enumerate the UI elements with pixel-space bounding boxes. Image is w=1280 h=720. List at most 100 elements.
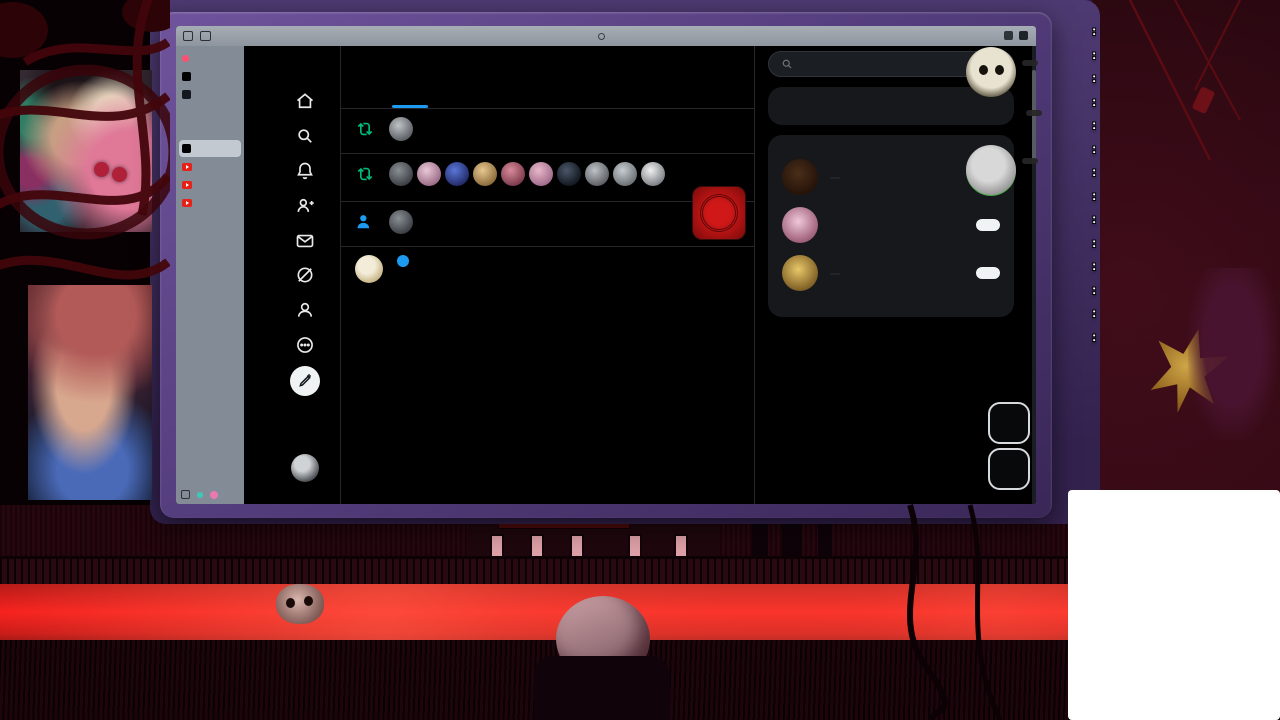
more-options-icon[interactable] (294, 334, 316, 356)
messages-icon[interactable] (294, 230, 316, 252)
notifications-bell-icon[interactable] (294, 160, 316, 182)
notification-repost[interactable] (341, 109, 754, 154)
follow-back-button[interactable] (976, 267, 1000, 279)
retweet-icon (355, 117, 379, 147)
notification-repost-multi[interactable] (341, 154, 754, 240)
chat-message (1092, 20, 1280, 43)
grok-floating-button[interactable] (988, 402, 1030, 444)
browser-menu-icon[interactable] (1019, 31, 1028, 40)
donation-card (1068, 490, 1280, 720)
browser-toolbar (176, 26, 1036, 46)
chat-message (1092, 114, 1280, 137)
heart-sunglasses-icon (112, 167, 127, 182)
avatar[interactable] (613, 162, 637, 186)
chatter-avatar-david (966, 145, 1016, 195)
screen (176, 26, 1036, 504)
account-avatar[interactable] (210, 490, 218, 499)
app-menu-icon[interactable] (183, 31, 193, 41)
youtube-favicon (182, 180, 192, 189)
heart-sunglasses-icon (94, 162, 109, 177)
stream-scene (0, 0, 1280, 720)
webcam-photo-heart-hands (28, 285, 152, 500)
monitor (160, 12, 1052, 518)
notifications-column (340, 46, 755, 504)
tab-tudo[interactable] (341, 82, 479, 108)
communities-icon[interactable] (294, 195, 316, 217)
live-dot-icon (182, 55, 189, 62)
avatar[interactable] (355, 255, 383, 283)
youtube-favicon (182, 198, 192, 207)
account-avatar[interactable] (291, 454, 319, 482)
avatar[interactable] (557, 162, 581, 186)
avatar[interactable] (445, 162, 469, 186)
notification-follow[interactable] (341, 202, 754, 247)
new-tab-button[interactable] (179, 104, 241, 121)
tab-group-icon[interactable] (181, 490, 190, 499)
extension-icon[interactable] (1004, 31, 1013, 40)
tab-prioridade[interactable] (479, 82, 617, 108)
stream-chat (1092, 20, 1280, 349)
grok-icon[interactable] (294, 264, 316, 286)
chat-message (1092, 67, 1280, 90)
page-favicon (182, 90, 191, 99)
avatar[interactable] (585, 162, 609, 186)
avatar[interactable] (782, 207, 818, 243)
chat-message (1092, 326, 1280, 349)
who-show-more-link[interactable] (768, 297, 1014, 315)
follows-you-badge (830, 273, 840, 275)
background-body-silhouette (534, 656, 670, 720)
chatter-name-badge (1022, 158, 1038, 164)
explore-search-icon[interactable] (294, 125, 316, 147)
chat-message (1092, 279, 1280, 302)
avatar[interactable] (389, 210, 413, 234)
sidebar-toggle-icon[interactable] (200, 31, 211, 41)
x-right-rail (768, 51, 1014, 343)
browser-tab-awards[interactable] (179, 86, 241, 103)
profile-icon[interactable] (294, 299, 316, 321)
qr-code (1088, 502, 1260, 674)
browser-tab-live[interactable] (179, 50, 241, 67)
avatar[interactable] (641, 162, 665, 186)
x-favicon (182, 144, 191, 153)
avatar[interactable] (417, 162, 441, 186)
messages-floating-button[interactable] (988, 448, 1030, 490)
avatar[interactable] (782, 255, 818, 291)
avatar[interactable] (529, 162, 553, 186)
background-skull (276, 584, 324, 624)
image-favicon (182, 126, 191, 135)
avatar[interactable] (389, 162, 413, 186)
site-info-icon[interactable] (597, 32, 605, 40)
browser-tab-notifications-active[interactable] (179, 140, 241, 157)
home-icon[interactable] (294, 90, 316, 112)
x-favicon (182, 72, 191, 81)
notifications-tabs (341, 82, 754, 109)
avatar[interactable] (473, 162, 497, 186)
follow-suggestion-row[interactable] (768, 249, 1014, 297)
compose-post-button[interactable] (290, 366, 320, 396)
avatar[interactable] (782, 159, 818, 195)
chat-message (1092, 208, 1280, 231)
address-bar[interactable] (176, 26, 1036, 46)
x-footer-links (768, 327, 1014, 343)
chat-message (1092, 185, 1280, 208)
follow-button[interactable] (976, 219, 1000, 231)
browser-tab-distopia[interactable] (179, 68, 241, 85)
chat-message (1092, 255, 1280, 278)
avatar[interactable] (389, 117, 413, 141)
x-logo[interactable] (294, 54, 316, 76)
chatter-name-badge (1026, 110, 1042, 116)
browser-tab-distopia-arq[interactable] (179, 158, 241, 175)
chat-message (1092, 91, 1280, 114)
follow-suggestion-row[interactable] (768, 201, 1014, 249)
browser-tab-comunidade[interactable] (179, 194, 241, 211)
profile-dot-icon[interactable] (197, 491, 203, 498)
tab-mencoes[interactable] (616, 82, 754, 108)
browser-tab-youtube[interactable] (179, 176, 241, 193)
browser-tab-image[interactable] (179, 122, 241, 139)
post-suchiro[interactable] (341, 247, 754, 504)
chat-message (1092, 161, 1280, 184)
follows-you-badge (830, 177, 840, 179)
avatar[interactable] (501, 162, 525, 186)
chat-message (1092, 232, 1280, 255)
browser-tab-sidebar (176, 46, 244, 504)
